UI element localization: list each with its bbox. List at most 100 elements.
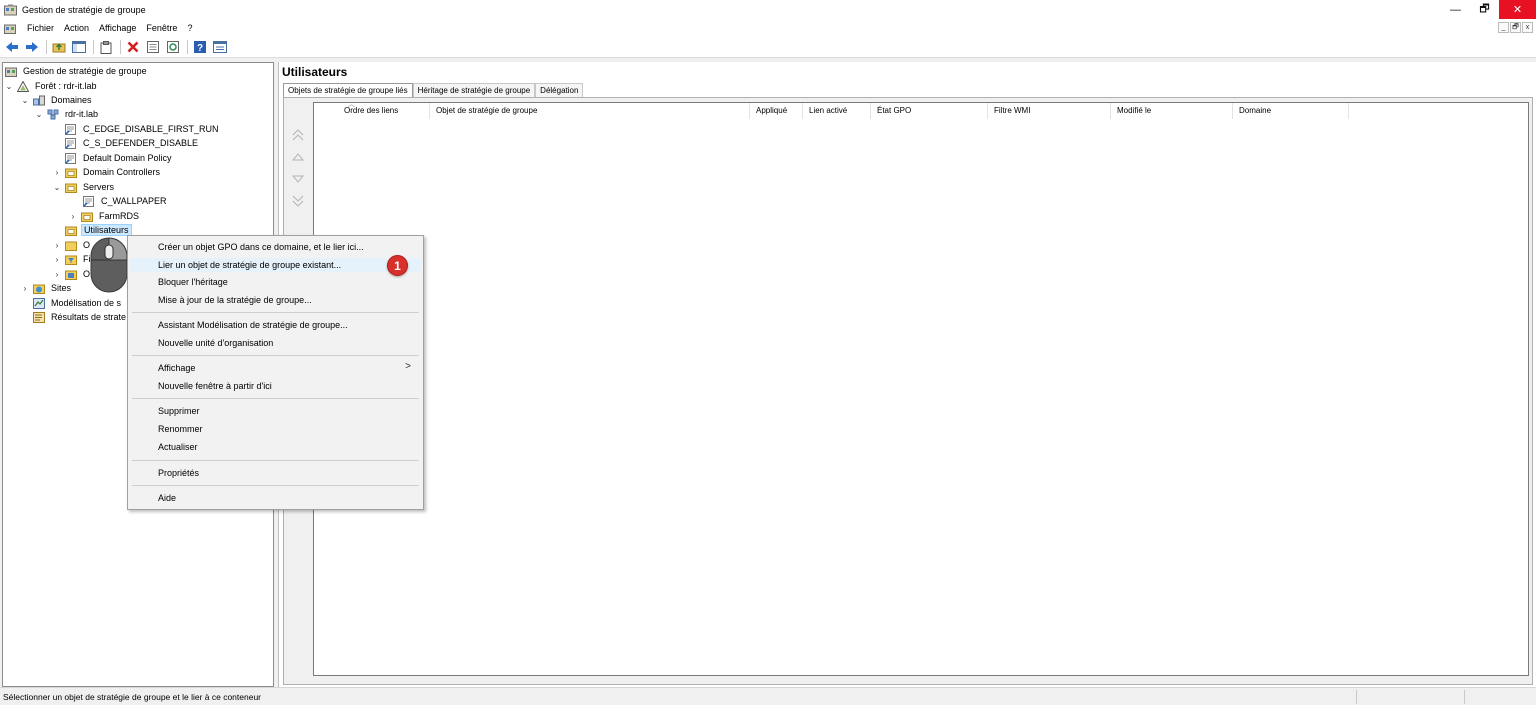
tree-node-gpo-link[interactable]: C_S_DEFENDER_DISABLE (65, 136, 200, 150)
refresh-icon[interactable] (165, 39, 181, 55)
tree-node-domains[interactable]: ⌄ Domaines (21, 93, 94, 107)
menu-item-rename[interactable]: Renommer (158, 422, 203, 436)
tree-node-gpo-link[interactable]: C_WALLPAPER (83, 194, 169, 208)
tree-node-domain[interactable]: ⌄ rdr-it.lab (35, 107, 100, 121)
mdi-close-button[interactable]: x (1522, 22, 1533, 33)
menu-separator (132, 355, 419, 356)
tree-node-ou-utilisateurs[interactable]: Utilisateurs (65, 223, 132, 237)
tree-node-partial[interactable]: › Fi (53, 252, 93, 266)
tree-node-ou-servers[interactable]: ⌄ Servers (53, 180, 116, 194)
window-controls: — 🗗 ✕ (1441, 0, 1536, 19)
up-folder-icon[interactable] (51, 39, 67, 55)
menu-affichage[interactable]: Affichage (94, 23, 141, 33)
move-down-icon[interactable] (290, 168, 306, 190)
chevron-right-icon[interactable]: › (21, 284, 29, 293)
mdi-minimize-button[interactable]: _ (1498, 22, 1509, 33)
back-arrow-icon[interactable] (4, 39, 20, 55)
window-title: Gestion de stratégie de groupe (22, 4, 146, 15)
move-bottom-icon[interactable] (290, 190, 306, 212)
chevron-down-icon[interactable]: ⌄ (5, 82, 13, 91)
menu-item-modeling-wizard[interactable]: Assistant Modélisation de stratégie de g… (158, 318, 348, 332)
details-pane: Utilisateurs Objets de stratégie de grou… (278, 62, 1536, 687)
menu-item-view[interactable]: Affichage (158, 361, 423, 375)
move-top-icon[interactable] (290, 124, 306, 146)
tree-label: rdr-it.lab (65, 109, 99, 119)
tree-node-gpo-link[interactable]: Default Domain Policy (65, 151, 174, 165)
menu-item-help[interactable]: Aide (158, 491, 176, 505)
tab-linked-gpos[interactable]: Objets de stratégie de groupe liés (283, 83, 413, 98)
tree-node-partial[interactable]: › O (53, 267, 92, 281)
mdi-controls: _ 🗗 x (1498, 22, 1533, 33)
menu-item-new-window[interactable]: Nouvelle fenêtre à partir d'ici (158, 379, 272, 393)
toolbar-separator (120, 40, 121, 54)
sites-icon (33, 284, 45, 294)
menu-item-block-inheritance[interactable]: Bloquer l'héritage (158, 275, 228, 289)
tree-label: C_S_DEFENDER_DISABLE (83, 138, 199, 148)
menu-item-gp-update[interactable]: Mise à jour de la stratégie de groupe... (158, 293, 312, 307)
move-up-icon[interactable] (290, 146, 306, 168)
forest-icon (17, 80, 29, 92)
menu-separator (132, 485, 419, 486)
column-header-gpo[interactable]: Objet de stratégie de groupe (430, 103, 750, 119)
menu-item-refresh[interactable]: Actualiser (158, 440, 198, 454)
chevron-right-icon[interactable]: › (53, 241, 61, 250)
help-icon[interactable]: ? (192, 39, 208, 55)
status-bar: Sélectionner un objet de stratégie de gr… (0, 687, 1536, 705)
context-menu: Créer un objet GPO dans ce domaine, et l… (127, 235, 424, 510)
mdi-window-icon[interactable] (4, 23, 16, 34)
tree-node-modeling[interactable]: Modélisation de s (33, 296, 123, 310)
maximize-button[interactable]: 🗗 (1470, 0, 1499, 19)
tab-delegation[interactable]: Délégation (535, 83, 584, 98)
svg-text:?: ? (197, 43, 203, 53)
tree-node-results[interactable]: Résultats de strate (33, 310, 128, 324)
column-header-link-order[interactable]: ︿ Ordre des liens (314, 101, 430, 119)
menu-fenetre[interactable]: Fenêtre (141, 23, 182, 33)
column-header-enforced[interactable]: Appliqué (750, 103, 803, 119)
tree-node-gpo-link[interactable]: C_EDGE_DISABLE_FIRST_RUN (65, 122, 221, 136)
tree-node-ou-farmrds[interactable]: › FarmRDS (69, 209, 141, 223)
pane-title: Utilisateurs (282, 65, 348, 79)
minimize-button[interactable]: — (1441, 0, 1470, 19)
starter-gpo-icon (65, 270, 77, 280)
menu-item-properties[interactable]: Propriétés (158, 466, 199, 480)
column-header-modified[interactable]: Modifié le (1111, 103, 1233, 119)
tree-node-root[interactable]: Gestion de stratégie de groupe (5, 64, 149, 78)
tree-label: Default Domain Policy (83, 153, 172, 163)
chevron-down-icon[interactable]: ⌄ (35, 110, 43, 119)
tree-node-sites[interactable]: › Sites (21, 281, 73, 295)
close-button[interactable]: ✕ (1499, 0, 1536, 19)
menu-item-create-gpo[interactable]: Créer un objet GPO dans ce domaine, et l… (158, 240, 364, 254)
tree-node-forest[interactable]: ⌄ Forêt : rdr-it.lab (5, 79, 99, 93)
chevron-right-icon[interactable]: › (53, 255, 61, 264)
delete-icon[interactable] (125, 39, 141, 55)
menu-item-new-ou[interactable]: Nouvelle unité d'organisation (158, 336, 273, 350)
menu-fichier[interactable]: Fichier (22, 23, 59, 33)
chevron-down-icon[interactable]: ⌄ (53, 183, 61, 192)
tree-node-ou-domain-controllers[interactable]: › Domain Controllers (53, 165, 162, 179)
tab-inheritance[interactable]: Héritage de stratégie de groupe (412, 83, 536, 98)
ou-folder-icon (65, 183, 77, 193)
menu-item-delete[interactable]: Supprimer (158, 404, 200, 418)
column-header-gpo-status[interactable]: État GPO (871, 103, 988, 119)
menu-help[interactable]: ? (182, 23, 197, 33)
chevron-right-icon[interactable]: › (53, 168, 61, 177)
linked-gpo-list[interactable]: ︿ Ordre des liens Objet de stratégie de … (313, 101, 1529, 676)
tree-label: Domaines (51, 95, 92, 105)
domain-icon (47, 109, 59, 119)
clipboard-icon[interactable] (98, 39, 114, 55)
chevron-right-icon[interactable]: › (69, 212, 77, 221)
tree-node-partial[interactable]: › O (53, 238, 92, 252)
forward-arrow-icon[interactable] (24, 39, 40, 55)
details-view-icon[interactable] (212, 39, 228, 55)
tree-label: Gestion de stratégie de groupe (23, 66, 147, 76)
chevron-down-icon[interactable]: ⌄ (21, 96, 29, 105)
menu-item-link-existing-gpo[interactable]: Lier un objet de stratégie de groupe exi… (130, 258, 421, 272)
column-header-link-enabled[interactable]: Lien activé (803, 103, 871, 119)
menu-action[interactable]: Action (59, 23, 94, 33)
console-tree-icon[interactable] (71, 39, 87, 55)
column-header-wmi-filter[interactable]: Filtre WMI (988, 103, 1111, 119)
properties-icon[interactable] (145, 39, 161, 55)
chevron-right-icon[interactable]: › (53, 270, 61, 279)
mdi-restore-button[interactable]: 🗗 (1510, 22, 1521, 33)
column-header-domain[interactable]: Domaine (1233, 103, 1349, 119)
